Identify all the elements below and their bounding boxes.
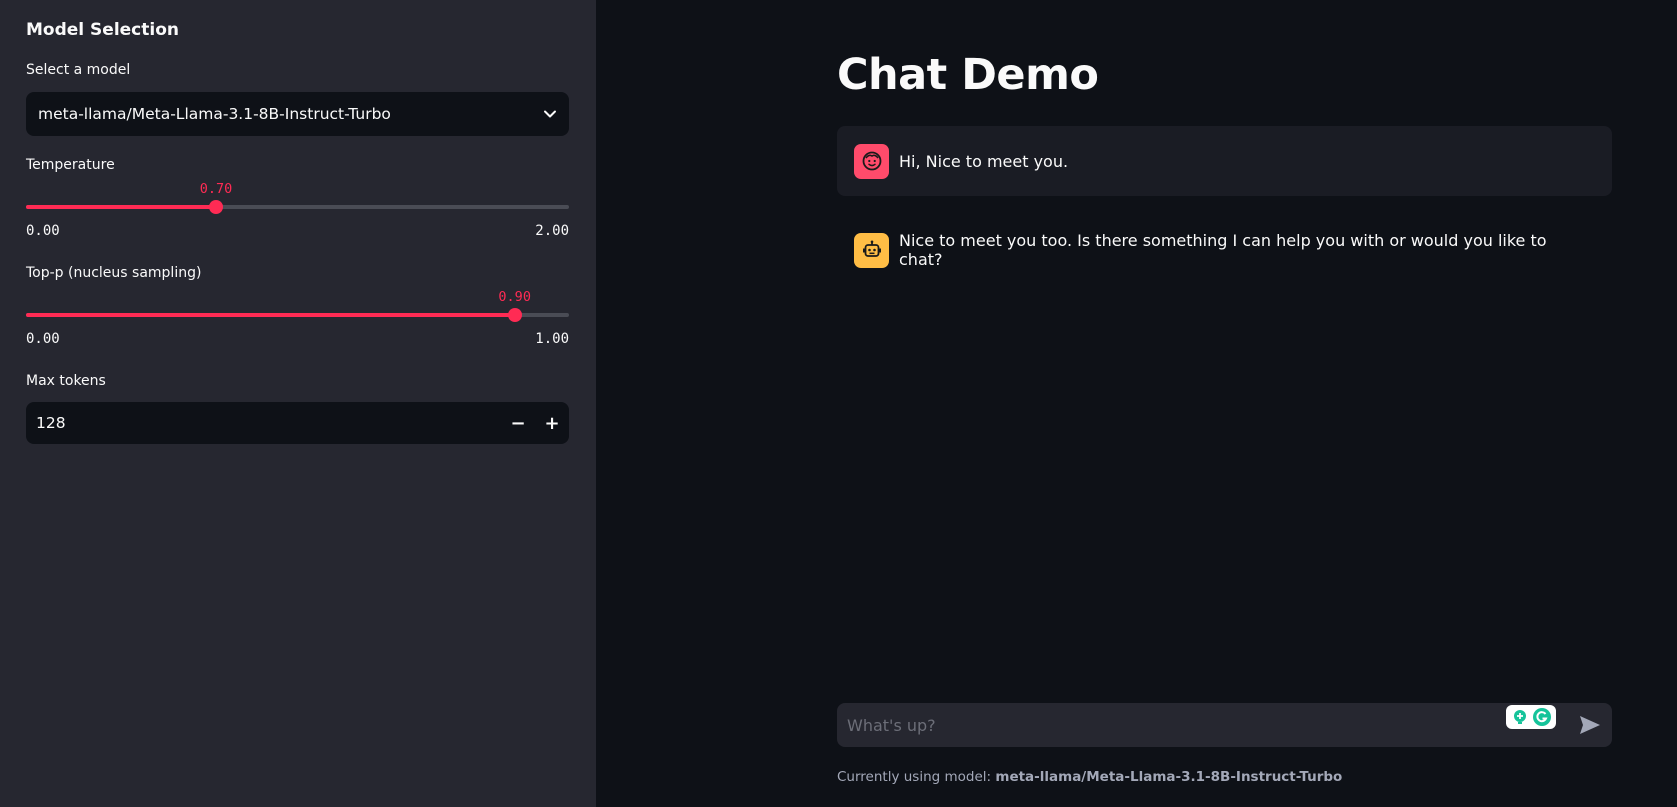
max-tokens-label: Max tokens	[26, 373, 106, 389]
sidebar-title: Model Selection	[26, 20, 179, 40]
slider-fill	[26, 205, 217, 209]
increment-button[interactable]: +	[535, 402, 569, 444]
grammarly-icon	[1532, 708, 1551, 726]
page-title: Chat Demo	[837, 50, 1099, 100]
slider-thumb[interactable]	[507, 308, 522, 322]
app-window: Model Selection Select a model meta-llam…	[0, 0, 1677, 807]
lightbulb-icon	[1513, 710, 1526, 724]
slider-max: 2.00	[535, 223, 569, 239]
chat-input[interactable]	[847, 715, 1602, 735]
temperature-slider[interactable]: 0.70 0.00 2.00	[26, 181, 569, 243]
slider-value: 0.70	[199, 181, 233, 197]
top-p-label: Top-p (nucleus sampling)	[26, 265, 202, 281]
slider-min: 0.00	[26, 223, 60, 239]
model-status-note: Currently using model: meta-llama/Meta-L…	[837, 769, 1342, 785]
slider-fill	[26, 313, 515, 317]
grammarly-widget[interactable]	[1506, 705, 1556, 729]
slider-min: 0.00	[26, 331, 60, 347]
model-select-value: meta-llama/Meta-Llama-3.1-8B-Instruct-Tu…	[38, 105, 391, 123]
decrement-button[interactable]: −	[501, 402, 535, 444]
slider-value: 0.90	[498, 289, 531, 305]
top-p-slider[interactable]: 0.90 0.00 1.00	[26, 289, 569, 351]
user-face-icon	[854, 143, 889, 179]
chat-message-user: Hi, Nice to meet you.	[837, 126, 1612, 196]
model-select[interactable]: meta-llama/Meta-Llama-3.1-8B-Instruct-Tu…	[26, 92, 569, 136]
model-status-value: meta-llama/Meta-Llama-3.1-8B-Instruct-Tu…	[995, 769, 1343, 785]
sidebar: Model Selection Select a model meta-llam…	[0, 0, 596, 807]
send-button[interactable]	[1576, 712, 1604, 738]
slider-max: 1.00	[535, 331, 569, 347]
message-text: Nice to meet you too. Is there something…	[899, 231, 1547, 269]
send-icon	[1580, 716, 1600, 734]
model-select-label: Select a model	[26, 62, 131, 78]
robot-icon	[854, 232, 889, 268]
temperature-label: Temperature	[26, 157, 115, 173]
max-tokens-input: − +	[26, 402, 569, 444]
chevron-down-icon	[544, 110, 556, 118]
chat-input-box	[837, 703, 1612, 747]
model-status-prefix: Currently using model:	[837, 769, 996, 785]
chat-message-assistant: Nice to meet you too. Is there something…	[837, 215, 1612, 285]
max-tokens-field[interactable]	[26, 414, 501, 432]
message-text: Hi, Nice to meet you.	[899, 151, 1069, 171]
main-area: Chat Demo Hi, Nice to meet you. Nice to …	[596, 0, 1677, 807]
slider-thumb[interactable]	[209, 200, 224, 214]
